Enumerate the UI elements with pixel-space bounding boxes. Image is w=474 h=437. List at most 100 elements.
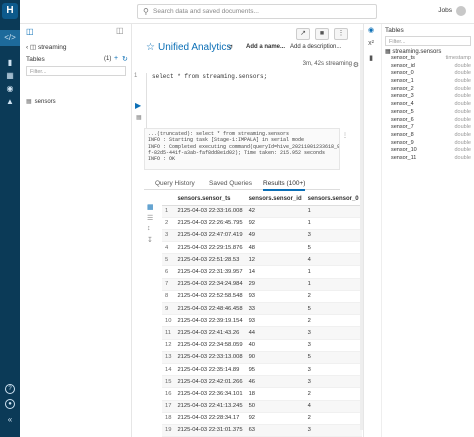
run-query-icon[interactable]: ▶ xyxy=(135,101,141,110)
results-table: sensors.sensor_ts sensors.sensor_id sens… xyxy=(162,193,362,437)
editor-icon[interactable]: </> xyxy=(4,33,16,43)
column-item[interactable]: sensor_5 double xyxy=(391,109,471,117)
column-item[interactable]: sensor_3 double xyxy=(391,93,471,101)
column-item[interactable]: sensor_6 double xyxy=(391,117,471,125)
tab-saved-queries[interactable]: Saved Queries xyxy=(209,180,252,187)
column-item[interactable]: sensor_10 double xyxy=(391,147,471,155)
column-name: sensor_7 xyxy=(391,124,414,131)
column-item[interactable]: sensor_ts timestamp xyxy=(391,55,471,63)
history-icon[interactable]: ↺ xyxy=(228,44,233,51)
column-header[interactable] xyxy=(162,193,175,206)
column-item[interactable]: sensor_1 double xyxy=(391,78,471,86)
grid-view-icon[interactable]: ▦ xyxy=(147,203,159,214)
table-row[interactable]: 2 2125-04-03 22:26:45.795 92 1 xyxy=(162,217,362,230)
column-item[interactable]: sensor_2 double xyxy=(391,86,471,94)
query-options-icon[interactable]: ▦ xyxy=(136,114,142,121)
table-row[interactable]: 6 2125-04-03 22:31:39.957 14 1 xyxy=(162,265,362,279)
column-item[interactable]: sensor_9 double xyxy=(391,140,471,148)
table-row[interactable]: 14 2125-04-03 22:35:14.89 95 3 xyxy=(162,363,362,377)
refresh-icon[interactable]: ↻ xyxy=(122,55,128,63)
column-item[interactable]: sensor_7 double xyxy=(391,124,471,132)
table-cell: 2125-04-03 22:31:01.375 xyxy=(174,424,246,437)
column-item[interactable]: sensor_8 double xyxy=(391,132,471,140)
database-icon[interactable]: ◫ xyxy=(26,27,34,36)
table-cell: 90 xyxy=(245,351,305,364)
add-name-text: Add a name... xyxy=(246,44,286,50)
table-cell: 19 xyxy=(162,424,175,437)
table-cell: 2125-04-03 22:31:39.957 xyxy=(174,265,246,279)
code-area[interactable]: 1 select * from streaming.sensors; xyxy=(134,73,356,131)
editor-title[interactable]: ☆ Unified Analytics xyxy=(146,42,231,53)
add-name-link[interactable]: Add a name... xyxy=(246,44,285,50)
global-search-input[interactable]: ⚲ Search data and saved documents... xyxy=(137,4,377,19)
jobs-link[interactable]: Jobs xyxy=(438,7,452,14)
tab-query-history[interactable]: Query History xyxy=(155,180,195,187)
column-item[interactable]: sensor_4 double xyxy=(391,101,471,109)
column-header[interactable]: sensors.sensor_0 xyxy=(304,193,362,206)
column-item[interactable]: sensor_11 double xyxy=(391,155,471,163)
editor-header: ↗ ■ ⋮ ☆ Unified Analytics ↺ Add a name...… xyxy=(132,24,360,64)
execution-meta: 3m, 42s streaming xyxy=(302,61,352,67)
right-table-item[interactable]: ▦ streaming.sensors xyxy=(385,48,441,55)
add-description-link[interactable]: Add a description... xyxy=(290,44,341,50)
help-icon[interactable]: ? xyxy=(5,384,15,394)
docs-icon[interactable]: ▮ xyxy=(366,54,376,68)
save-icon[interactable]: ■ xyxy=(315,28,329,40)
table-row[interactable]: 19 2125-04-03 22:31:01.375 63 3 xyxy=(162,424,362,437)
chart-view-icon[interactable]: ☰ xyxy=(147,214,159,225)
table-cell: 2125-04-03 22:28:34.17 xyxy=(174,412,246,425)
table-row[interactable]: 11 2125-04-03 22:41:43.26 44 3 xyxy=(162,326,362,340)
column-header[interactable]: sensors.sensor_id xyxy=(245,193,305,206)
gear-icon[interactable]: ⚙ xyxy=(353,61,359,69)
table-row[interactable]: 10 2125-04-03 22:39:19.154 93 2 xyxy=(162,314,362,328)
expand-icon[interactable]: ↕ xyxy=(147,225,159,236)
jobs-icon[interactable]: ▲ xyxy=(4,97,16,107)
column-item[interactable]: sensor_0 double xyxy=(391,70,471,78)
table-row[interactable]: 15 2125-04-03 22:42:01.266 46 3 xyxy=(162,375,362,389)
tab-results[interactable]: Results (100+) xyxy=(263,180,306,191)
table-cell: 3 xyxy=(304,326,362,340)
back-chevron-icon[interactable]: ‹ xyxy=(26,44,28,51)
table-row[interactable]: 8 2125-04-03 22:52:58.548 93 2 xyxy=(162,290,362,304)
right-filter-input[interactable]: Filter... xyxy=(385,36,471,46)
table-row[interactable]: 3 2125-04-03 22:47:07.419 49 3 xyxy=(162,229,362,243)
query-text[interactable]: select * from streaming.sensors; xyxy=(152,73,267,80)
sidebar-item-sensors[interactable]: ▦ sensors xyxy=(26,98,56,105)
functions-icon[interactable]: x² xyxy=(366,40,376,54)
assist-icon[interactable]: ◉ xyxy=(366,26,376,40)
table-row[interactable]: 18 2125-04-03 22:28:34.17 92 2 xyxy=(162,412,362,425)
table-row[interactable]: 16 2125-04-03 22:36:34.101 18 2 xyxy=(162,387,362,401)
table-row[interactable]: 9 2125-04-03 22:48:46.458 33 5 xyxy=(162,302,362,316)
table-cell: 95 xyxy=(245,363,305,377)
table-row[interactable]: 4 2125-04-03 22:29:15.876 48 5 xyxy=(162,241,362,255)
table-row[interactable]: 13 2125-04-03 22:33:13.008 90 5 xyxy=(162,351,362,364)
menu-icon[interactable]: ⋮ xyxy=(334,28,348,40)
table-cell: 4 xyxy=(304,400,362,413)
database-icon[interactable]: ◉ xyxy=(4,84,16,94)
settings-icon[interactable]: ● xyxy=(5,399,15,409)
column-type: double xyxy=(454,124,471,131)
assist-filter-input[interactable]: Filter... xyxy=(26,66,126,76)
star-icon[interactable]: ☆ xyxy=(146,42,155,53)
log-expand-icon[interactable]: ⋮ xyxy=(342,132,348,139)
chart-icon[interactable]: ↗ xyxy=(296,28,310,40)
download-icon[interactable]: ↧ xyxy=(147,236,159,247)
hue-logo-icon[interactable]: H xyxy=(2,3,18,19)
table-row[interactable]: 1 2125-04-03 22:33:16.008 42 1 xyxy=(162,205,362,218)
column-name: sensor_id xyxy=(391,62,415,69)
tables-heading: Tables xyxy=(26,56,45,63)
column-item[interactable]: sensor_id double xyxy=(391,63,471,71)
column-type: double xyxy=(454,154,471,161)
document-icon[interactable]: ▮ xyxy=(4,58,16,68)
collapse-rail-icon[interactable]: « xyxy=(4,415,16,425)
folder-icon[interactable]: ◫ xyxy=(116,26,124,35)
table-row[interactable]: 12 2125-04-03 22:34:58.059 40 3 xyxy=(162,339,362,352)
table-row[interactable]: 7 2125-04-03 22:34:24.984 29 1 xyxy=(162,278,362,291)
table-row[interactable]: 17 2125-04-03 22:41:13.245 50 4 xyxy=(162,400,362,413)
user-avatar[interactable] xyxy=(456,6,466,16)
add-table-icon[interactable]: + xyxy=(114,55,118,62)
breadcrumb[interactable]: ‹ ◫ streaming xyxy=(26,43,67,51)
table-row[interactable]: 5 2125-04-03 22:51:28.53 12 4 xyxy=(162,253,362,267)
column-header[interactable]: sensors.sensor_ts xyxy=(174,193,246,206)
table-icon[interactable]: ▦ xyxy=(4,71,16,81)
